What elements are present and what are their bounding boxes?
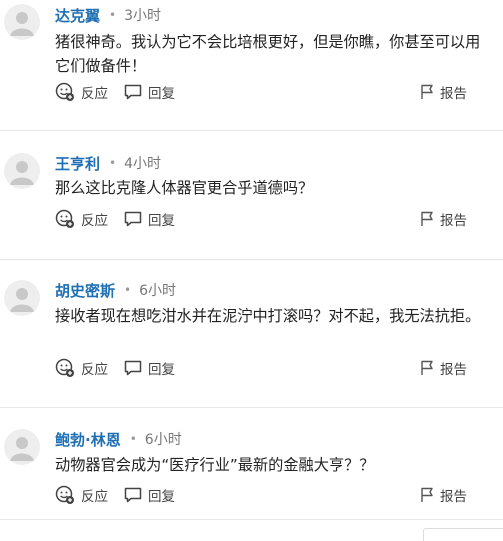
report-label: 报告 xyxy=(440,489,467,505)
flag-icon xyxy=(421,84,433,99)
react-button[interactable]: 反应 xyxy=(55,485,108,505)
react-button[interactable]: 反应 xyxy=(55,82,108,102)
reply-label: 回复 xyxy=(148,213,175,229)
report-button[interactable]: 报告 xyxy=(420,358,467,378)
react-label: 反应 xyxy=(81,213,108,229)
reply-button[interactable]: 回复 xyxy=(124,485,175,505)
divider xyxy=(0,519,503,520)
comment-text: 动物器官会成为“医疗行业”最新的金融大亨？？ xyxy=(55,456,375,474)
speech-bubble-icon xyxy=(124,84,142,100)
comment-author[interactable]: 达克翼 xyxy=(55,5,100,26)
divider xyxy=(0,259,503,260)
reply-label: 回复 xyxy=(148,86,175,102)
flag-icon xyxy=(421,360,433,375)
comment-time: 6小时 xyxy=(139,283,177,299)
react-button[interactable]: 反应 xyxy=(55,358,108,378)
reply-button[interactable]: 回复 xyxy=(124,82,175,102)
speech-bubble-icon xyxy=(124,487,142,503)
react-label: 反应 xyxy=(81,489,108,505)
flag-icon xyxy=(421,487,433,502)
report-button[interactable]: 报告 xyxy=(420,485,467,505)
emoji-add-icon xyxy=(55,485,74,504)
comment-time: 3小时 xyxy=(124,8,162,24)
divider xyxy=(0,130,503,131)
react-button[interactable]: 反应 xyxy=(55,209,108,229)
emoji-add-icon xyxy=(55,209,74,228)
divider xyxy=(0,407,503,408)
comment-text: 接收者现在想吃泔水并在泥泞中打滚吗？对不起，我无法抗拒。 xyxy=(55,307,481,325)
avatar[interactable] xyxy=(4,280,40,316)
separator-dot: • xyxy=(109,156,117,170)
default-user-icon xyxy=(10,288,34,312)
emoji-add-icon xyxy=(55,82,74,101)
reply-button[interactable]: 回复 xyxy=(124,358,175,378)
load-more-button[interactable] xyxy=(423,528,503,541)
reply-label: 回复 xyxy=(148,489,175,505)
comment-time: 6小时 xyxy=(144,432,182,448)
separator-dot: • xyxy=(129,432,137,446)
comment-time: 4小时 xyxy=(124,156,162,172)
default-user-icon xyxy=(10,437,34,461)
avatar[interactable] xyxy=(4,4,40,40)
react-label: 反应 xyxy=(81,86,108,102)
report-button[interactable]: 报告 xyxy=(420,82,467,102)
emoji-add-icon xyxy=(55,358,74,377)
separator-dot: • xyxy=(109,8,117,22)
report-label: 报告 xyxy=(440,213,467,229)
react-label: 反应 xyxy=(81,362,108,378)
comment-text: 猪很神奇。我认为它不会比培根更好，但是你瞧，你甚至可以用它们做备件！ xyxy=(55,33,481,75)
report-button[interactable]: 报告 xyxy=(420,209,467,229)
flag-icon xyxy=(421,211,433,226)
separator-dot: • xyxy=(124,283,132,297)
report-label: 报告 xyxy=(440,362,467,378)
default-user-icon xyxy=(10,161,34,185)
speech-bubble-icon xyxy=(124,360,142,376)
reply-label: 回复 xyxy=(148,362,175,378)
avatar[interactable] xyxy=(4,153,40,189)
comment-author[interactable]: 鲍勃·林恩 xyxy=(55,429,121,450)
speech-bubble-icon xyxy=(124,211,142,227)
comment-text: 那么这比克隆人体器官更合乎道德吗？ xyxy=(55,179,314,197)
comment-author[interactable]: 王亨利 xyxy=(55,153,100,174)
comment-author[interactable]: 胡史密斯 xyxy=(55,280,115,301)
report-label: 报告 xyxy=(440,86,467,102)
reply-button[interactable]: 回复 xyxy=(124,209,175,229)
default-user-icon xyxy=(10,12,34,36)
avatar[interactable] xyxy=(4,429,40,465)
